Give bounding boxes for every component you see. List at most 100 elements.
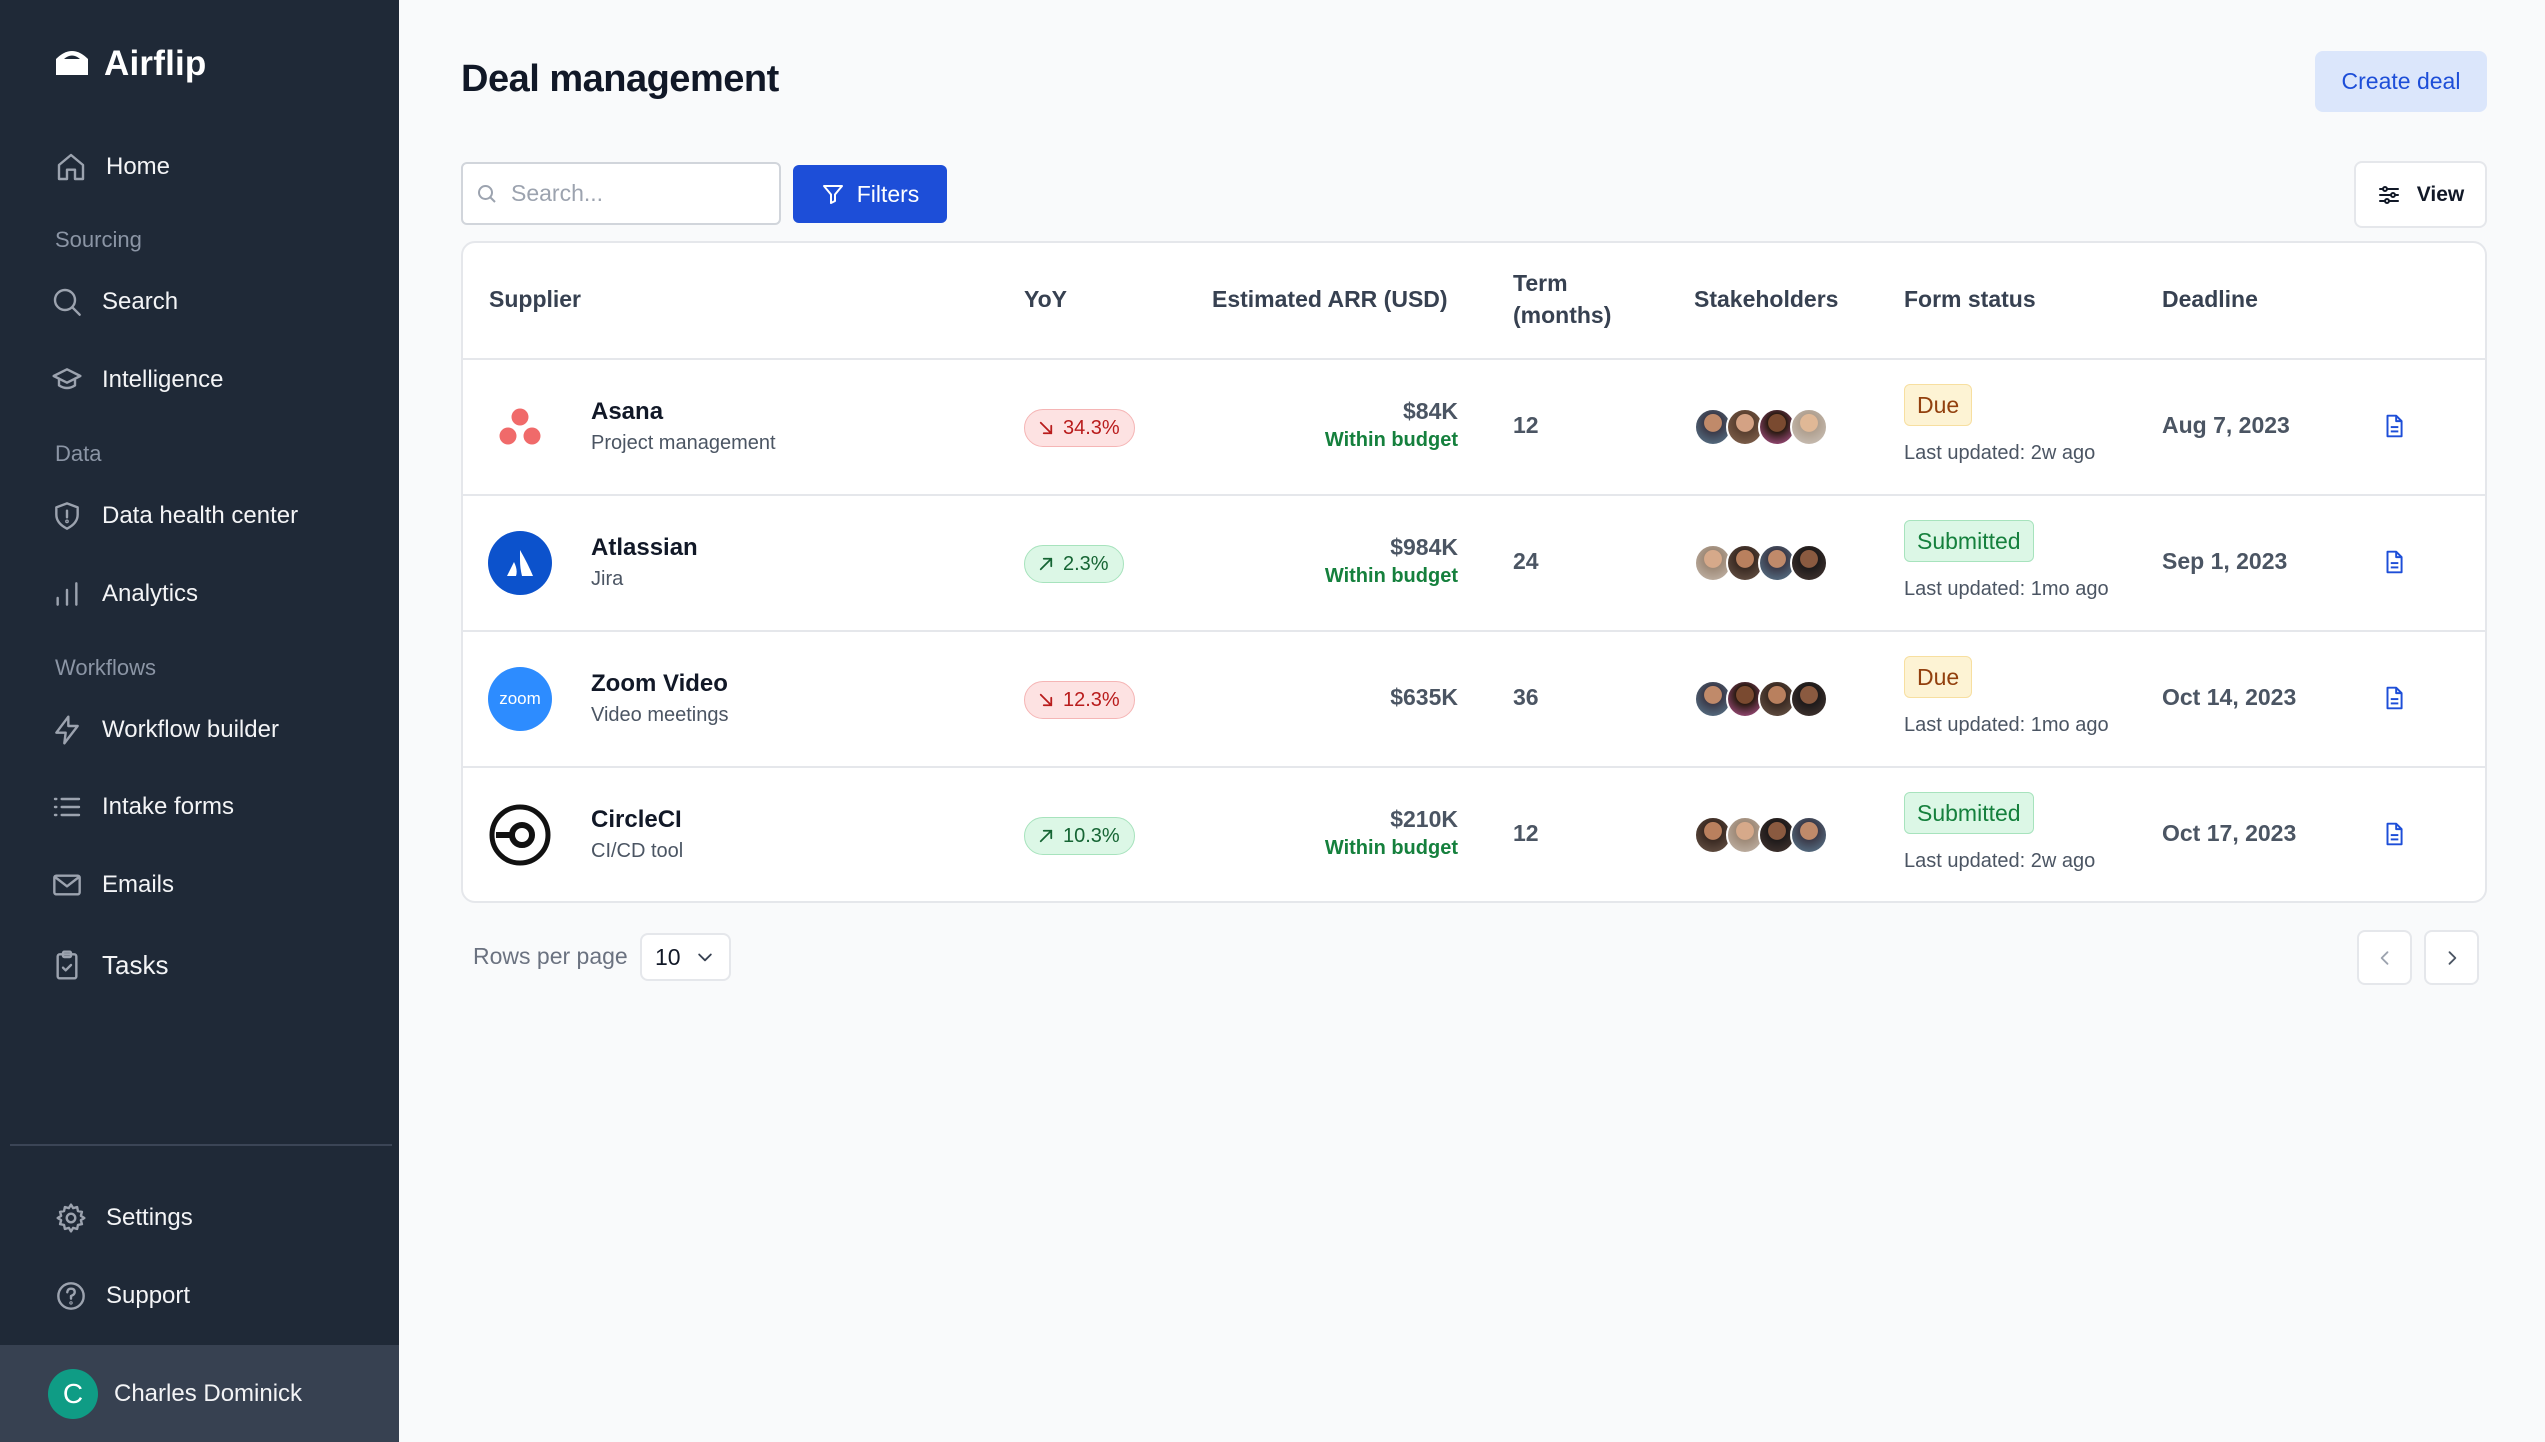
- deadline-value: Aug 7, 2023: [2162, 412, 2290, 438]
- table-row[interactable]: Atlassian Jira 2.3% $984K Within budget …: [463, 496, 2485, 632]
- sidebar-item-intelligence[interactable]: Intelligence: [50, 363, 223, 397]
- sidebar-item-label: Search: [102, 288, 179, 315]
- sidebar-item-search[interactable]: Search: [50, 285, 178, 319]
- column-header-term-line1: Term: [1513, 270, 1568, 296]
- supplier-name[interactable]: CircleCI: [591, 806, 682, 834]
- arr-note: Within budget: [1324, 565, 1458, 587]
- arrow-down-right-icon: [1039, 421, 1053, 435]
- rows-per-page-select[interactable]: 10: [640, 933, 731, 981]
- gear-icon: [54, 1201, 88, 1235]
- supplier-name[interactable]: Atlassian: [591, 534, 698, 562]
- sidebar-item-intake-forms[interactable]: Intake forms: [50, 790, 234, 824]
- view-label: View: [2416, 182, 2465, 206]
- column-header-deadline[interactable]: Deadline: [2162, 283, 2258, 315]
- stakeholder-avatars[interactable]: [1694, 816, 1828, 854]
- column-header-form-status[interactable]: Form status: [1904, 283, 2036, 315]
- page-title: Deal management: [461, 58, 779, 100]
- sidebar-item-support[interactable]: Support: [54, 1279, 190, 1313]
- status-badge: Due: [1904, 384, 1973, 426]
- sidebar-item-label: Analytics: [102, 580, 199, 607]
- arr-cell: $84K Within budget: [1325, 398, 1458, 452]
- arr-cell: $984K Within budget: [1325, 534, 1458, 588]
- sidebar-section-data: Data: [55, 441, 102, 466]
- sidebar-item-label: Emails: [102, 871, 175, 898]
- avatar[interactable]: [1790, 680, 1828, 718]
- term-value: 24: [1513, 548, 1539, 574]
- sidebar-item-label: Workflow builder: [102, 716, 279, 743]
- sidebar-item-tasks[interactable]: Tasks: [50, 948, 168, 982]
- yoy-value: 34.3%: [1063, 416, 1120, 439]
- previous-page-button[interactable]: [2357, 930, 2412, 985]
- sidebar-section-sourcing: Sourcing: [55, 227, 142, 252]
- sidebar-section-workflows: Workflows: [55, 655, 157, 680]
- supplier-category: Project management: [591, 432, 776, 454]
- supplier-name[interactable]: Asana: [591, 398, 663, 426]
- avatar[interactable]: [1790, 816, 1828, 854]
- yoy-badge: 2.3%: [1024, 545, 1124, 583]
- filter-icon: [822, 185, 843, 204]
- table-row[interactable]: CircleCI CI/CD tool 10.3% $210K Within b…: [463, 768, 2485, 901]
- stakeholder-avatars[interactable]: [1694, 680, 1828, 718]
- arr-cell: $210K Within budget: [1325, 806, 1458, 860]
- sidebar: Airflip Home Sourcing Search Intelligenc…: [0, 0, 399, 1442]
- document-icon[interactable]: [2381, 549, 2407, 575]
- term-value: 12: [1513, 820, 1539, 846]
- rows-per-page-label: Rows per page: [473, 943, 628, 969]
- sidebar-item-settings[interactable]: Settings: [54, 1201, 193, 1235]
- arr-value: $984K: [1390, 534, 1458, 560]
- arr-note: Within budget: [1324, 837, 1458, 859]
- column-header-yoy[interactable]: YoY: [1024, 283, 1067, 315]
- brand[interactable]: Airflip: [52, 44, 207, 84]
- status-badge: Submitted: [1904, 520, 2034, 562]
- avatar[interactable]: [1790, 408, 1828, 446]
- column-header-supplier[interactable]: Supplier: [489, 283, 581, 315]
- column-header-stakeholders[interactable]: Stakeholders: [1694, 283, 1838, 315]
- avatar[interactable]: [1790, 544, 1828, 582]
- sidebar-item-emails[interactable]: Emails: [50, 868, 174, 902]
- airflip-logo-icon: [52, 45, 92, 84]
- sidebar-item-home[interactable]: Home: [54, 150, 170, 184]
- rows-per-page-value: 10: [655, 943, 681, 970]
- column-header-term-line2: (months): [1513, 302, 1612, 328]
- column-header-term[interactable]: Term (months): [1513, 267, 1611, 331]
- view-button[interactable]: View: [2354, 161, 2487, 228]
- sidebar-item-analytics[interactable]: Analytics: [50, 577, 198, 611]
- bar-chart-icon: [50, 577, 84, 611]
- sidebar-item-data-health-center[interactable]: Data health center: [50, 499, 298, 533]
- table-row[interactable]: zoom Zoom Video Video meetings 12.3% $63…: [463, 632, 2485, 768]
- atlassian-logo-icon: [488, 531, 552, 595]
- term-value: 36: [1513, 684, 1539, 710]
- table-header-row: Supplier YoY Estimated ARR (USD) Term (m…: [463, 243, 2485, 360]
- search-icon: [478, 184, 496, 203]
- sidebar-item-label: Settings: [106, 1204, 193, 1231]
- search-input[interactable]: [511, 180, 761, 207]
- column-header-arr[interactable]: Estimated ARR (USD): [1212, 283, 1448, 315]
- next-page-button[interactable]: [2424, 930, 2479, 985]
- stakeholder-avatars[interactable]: [1694, 408, 1828, 446]
- search-icon: [50, 285, 84, 319]
- arr-value: $84K: [1403, 398, 1458, 424]
- sidebar-item-label: Intake forms: [102, 793, 235, 820]
- sidebar-item-label: Home: [106, 153, 171, 180]
- yoy-badge: 12.3%: [1024, 681, 1135, 719]
- circleci-logo-icon: [488, 803, 552, 867]
- app-name: Airflip: [104, 44, 207, 83]
- document-icon[interactable]: [2381, 821, 2407, 847]
- help-circle-icon: [54, 1279, 88, 1313]
- stakeholder-avatars[interactable]: [1694, 544, 1828, 582]
- deadline-value: Sep 1, 2023: [2162, 548, 2288, 574]
- arr-cell: $635K: [1390, 684, 1458, 711]
- document-icon[interactable]: [2381, 413, 2407, 439]
- create-deal-button[interactable]: Create deal: [2315, 51, 2487, 112]
- document-icon[interactable]: [2381, 685, 2407, 711]
- last-updated: Last updated: 1mo ago: [1904, 714, 2109, 736]
- sidebar-item-workflow-builder[interactable]: Workflow builder: [50, 713, 279, 747]
- filters-button[interactable]: Filters: [793, 165, 947, 223]
- search-field[interactable]: [461, 162, 781, 225]
- clipboard-icon: [50, 948, 84, 982]
- supplier-name[interactable]: Zoom Video: [591, 670, 728, 698]
- table-row[interactable]: Asana Project management 34.3% $84K With…: [463, 360, 2485, 496]
- list-icon: [50, 790, 84, 824]
- sidebar-item-label: Intelligence: [102, 366, 224, 393]
- user-profile[interactable]: C Charles Dominick: [0, 1345, 399, 1442]
